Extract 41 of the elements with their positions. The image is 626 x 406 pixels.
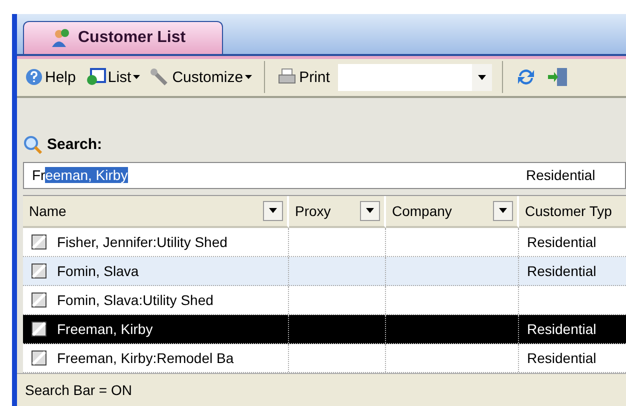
caret-icon xyxy=(245,75,252,80)
caret-icon xyxy=(366,208,374,214)
document-icon xyxy=(31,262,47,279)
caret-icon xyxy=(269,208,277,214)
caret-icon xyxy=(133,75,140,80)
table-cell: Freeman, Kirby:Remodel Ba xyxy=(57,350,234,366)
table-cell: Residential xyxy=(527,234,596,250)
table-cell: Residential xyxy=(527,262,596,279)
toolbar-button[interactable]: Print xyxy=(275,68,332,86)
filter-dropdown[interactable] xyxy=(493,200,513,221)
table-cell: Fomin, Slava xyxy=(57,262,139,279)
search-icon xyxy=(23,134,43,155)
search-field[interactable]: Freeman, Kirby Residential xyxy=(23,162,626,189)
table-cell: Fomin, Slava:Utility Shed xyxy=(57,292,214,308)
table-cell: Residential xyxy=(527,350,596,366)
suggestion-text: Residential xyxy=(526,167,596,184)
document-icon xyxy=(31,320,47,337)
toolbar-button[interactable]: Customize xyxy=(148,68,254,86)
document-icon xyxy=(31,350,47,366)
person-icon xyxy=(50,28,70,48)
table-cell: Residential xyxy=(527,320,596,337)
search-label: Search: xyxy=(47,136,102,154)
help-icon xyxy=(25,68,43,86)
toolbar-button[interactable]: Help xyxy=(23,68,78,86)
highlighted-text: eeman, Kirby xyxy=(45,167,128,184)
table-cell: Freeman, Kirby xyxy=(57,320,153,337)
filter-dropdown[interactable] xyxy=(263,200,283,221)
document-icon xyxy=(31,292,47,308)
caret-icon xyxy=(478,74,486,80)
search-text: Fr xyxy=(32,167,46,184)
door-icon xyxy=(546,67,569,88)
filter-dropdown[interactable] xyxy=(360,200,380,221)
table-row[interactable]: Fomin, Slava Residential xyxy=(23,256,626,286)
caret-icon xyxy=(499,208,507,214)
toolbar-button[interactable]: List xyxy=(84,68,142,86)
tab[interactable]: Customer List xyxy=(23,20,223,54)
printer-icon xyxy=(277,68,298,86)
table-cell: Fisher, Jennifer:Utility Shed xyxy=(57,234,228,250)
status-text: Search Bar = ON xyxy=(25,382,132,398)
document-icon xyxy=(31,234,47,250)
table-row[interactable]: Freeman, Kirby Residential xyxy=(23,314,626,344)
